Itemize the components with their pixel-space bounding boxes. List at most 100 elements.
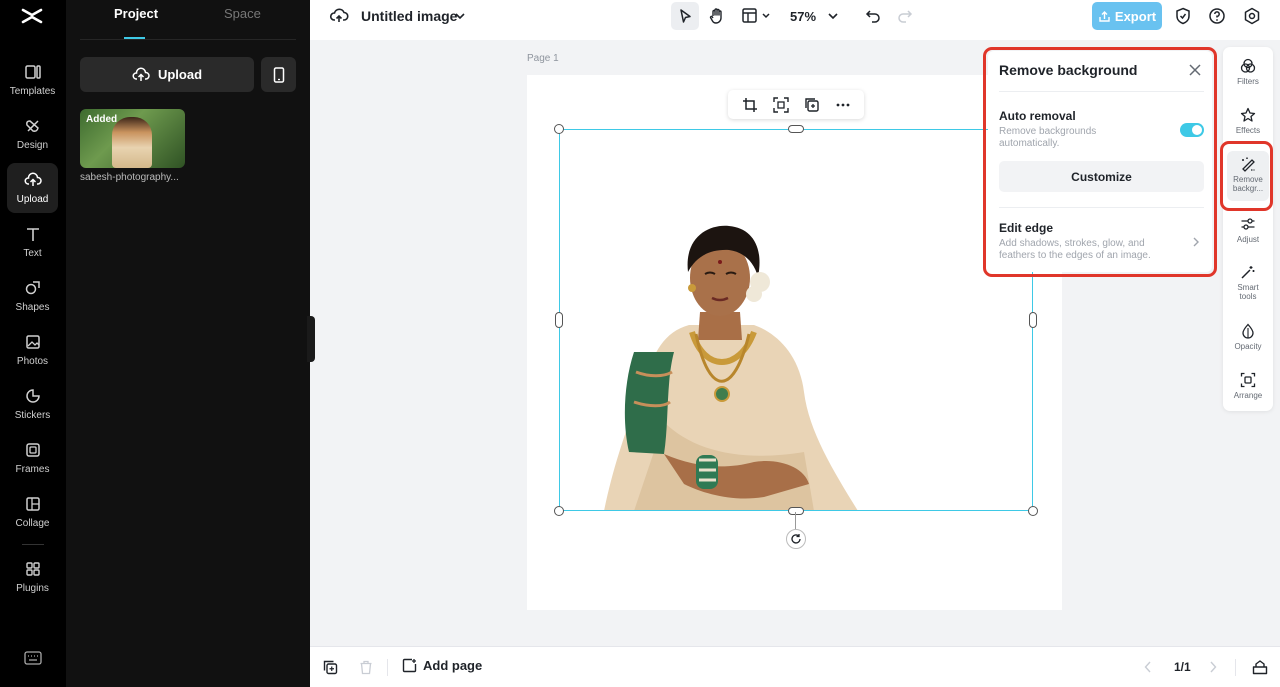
duplicate-icon[interactable] [804,97,820,113]
resize-handle-top[interactable] [788,125,804,133]
cloud-save-icon[interactable] [329,7,349,25]
opacity-icon [1242,323,1254,339]
nav-label: Collage [15,518,50,529]
nav-label: Text [23,248,42,259]
tab-project[interactable]: Project [114,6,158,21]
panel-collapse-handle[interactable] [307,316,315,362]
rail-highlight [1220,141,1273,211]
nav-label: Stickers [14,410,51,421]
capcut-logo[interactable] [20,4,44,28]
rail-label: Smart tools [1237,283,1259,301]
export-button[interactable]: Export [1092,2,1162,30]
redo-button[interactable] [896,7,914,25]
chevron-right-icon[interactable] [1192,237,1200,247]
project-panel: Project Space Upload Added sabesh-photog… [66,0,310,687]
resize-handle-left[interactable] [555,312,563,328]
page-label: Page 1 [527,53,559,64]
phone-icon [273,66,284,83]
settings-button[interactable] [1242,6,1262,26]
nav-label: Photos [16,356,49,367]
magic-wand-icon [1241,266,1255,279]
add-page-button[interactable]: Add page [402,658,482,673]
next-page-icon[interactable] [1209,661,1217,673]
nav-divider [22,544,44,545]
title-chevron-down-icon[interactable] [454,10,466,22]
thumbnail-subject [112,117,152,168]
text-icon [26,228,39,241]
asset-thumbnail[interactable]: Added [80,109,185,168]
close-icon[interactable] [1188,63,1202,77]
rotate-handle[interactable] [786,529,806,549]
rotate-stem [795,512,796,529]
rail-label: Arrange [1233,391,1263,400]
rail-adjust[interactable]: Adjust [1223,216,1273,244]
right-tool-rail: Filters Effects Remove backgr... Adjust … [1223,47,1273,411]
select-tool-button[interactable] [671,2,699,30]
nav-collage[interactable]: Collage [7,487,58,537]
hand-tool-button[interactable] [707,6,727,26]
nav-templates[interactable]: Templates [7,55,58,105]
upload-button[interactable]: Upload [80,57,254,92]
rail-opacity[interactable]: Opacity [1223,323,1273,351]
more-options-icon[interactable] [835,97,851,113]
shield-button[interactable] [1173,6,1193,26]
rail-arrange[interactable]: Arrange [1223,372,1273,400]
nav-text[interactable]: Text [7,217,58,267]
resize-handle-top-left[interactable] [554,124,564,134]
auto-removal-toggle[interactable] [1180,123,1204,137]
trash-icon[interactable] [359,660,373,675]
bottom-divider [1235,659,1236,676]
nav-label: Templates [9,86,56,97]
add-page-label: Add page [423,658,483,673]
help-button[interactable] [1207,6,1227,26]
nav-stickers[interactable]: Stickers [7,379,58,429]
nav-upload[interactable]: Upload [7,163,58,213]
auto-removal-description: Remove backgrounds automatically. [999,126,1097,149]
pages-panel-icon[interactable] [1252,659,1268,675]
rail-filters[interactable]: Filters [1223,58,1273,86]
photos-icon [25,335,40,349]
prev-page-icon[interactable] [1144,661,1152,673]
redo-icon [898,10,913,23]
smart-select-icon[interactable] [772,96,789,113]
zoom-level[interactable]: 57% [790,9,816,24]
layout-menu-button[interactable] [741,7,773,25]
design-icon [25,120,39,132]
upload-icon [24,172,42,186]
nav-label: Upload [16,194,49,205]
nav-plugins[interactable]: Plugins [7,552,58,602]
customize-button[interactable]: Customize [999,161,1204,192]
tab-space[interactable]: Space [224,6,261,21]
add-page-icon [402,658,417,673]
image-floating-toolbar [728,90,864,119]
document-title[interactable]: Untitled image [361,8,457,24]
rail-label: Effects [1235,126,1261,135]
zoom-chevron-down-icon[interactable] [827,10,839,22]
resize-handle-right[interactable] [1029,312,1037,328]
resize-handle-bottom-left[interactable] [554,506,564,516]
frames-icon [25,443,40,457]
edit-edge-title[interactable]: Edit edge [999,221,1053,235]
keyboard-icon[interactable] [24,651,42,665]
nav-design[interactable]: Design [7,109,58,159]
added-badge: Added [86,114,118,125]
rail-smart-tools[interactable]: Smart tools [1223,264,1273,301]
mobile-upload-button[interactable] [261,57,296,92]
nav-photos[interactable]: Photos [7,325,58,375]
asset-name: sabesh-photography... [80,172,179,183]
layout-icon [742,8,770,23]
resize-handle-bottom-right[interactable] [1028,506,1038,516]
undo-button[interactable] [864,7,882,25]
nav-label: Design [16,140,49,151]
resize-handle-bottom[interactable] [788,507,804,515]
rail-effects[interactable]: Effects [1223,107,1273,135]
duplicate-page-icon[interactable] [323,660,338,675]
left-nav: Templates Design Upload Text Shapes Phot… [0,0,66,687]
nav-shapes[interactable]: Shapes [7,271,58,321]
nav-label: Shapes [15,302,50,313]
export-label: Export [1114,8,1157,24]
nav-frames[interactable]: Frames [7,433,58,483]
help-icon [1209,8,1225,24]
popover-divider [999,207,1204,208]
crop-icon[interactable] [742,97,758,113]
